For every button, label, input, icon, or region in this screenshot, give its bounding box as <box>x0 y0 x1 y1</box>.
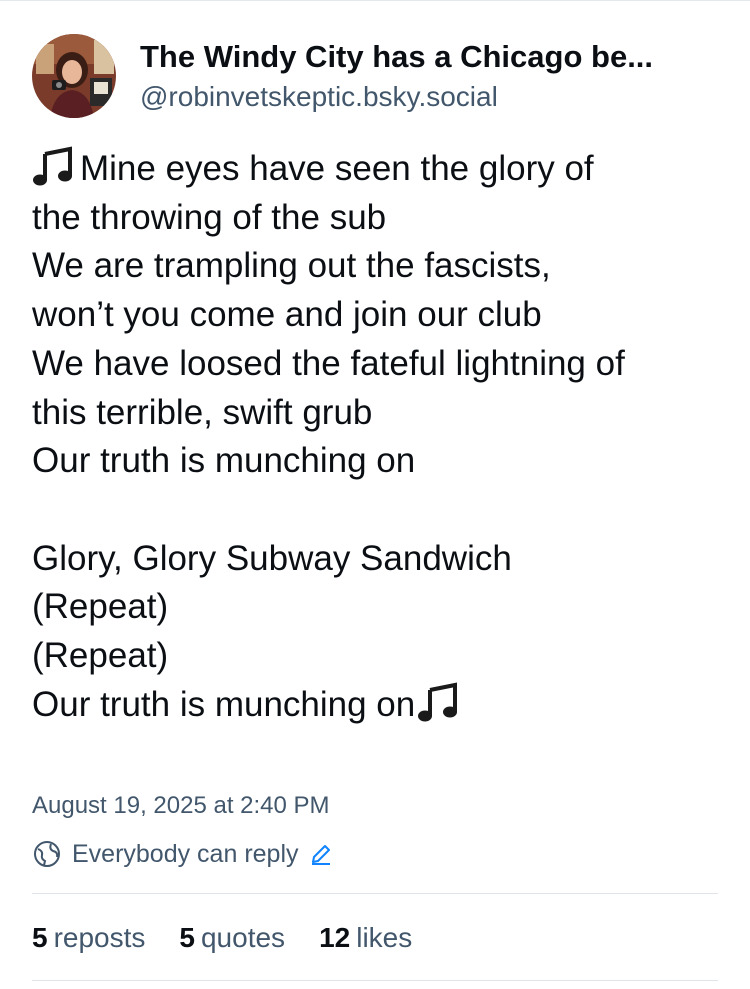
author-handle[interactable]: @robinvetskeptic.bsky.social <box>140 79 653 115</box>
post-line: We are trampling out the fascists, <box>32 246 551 286</box>
likes-stat[interactable]: 12 likes <box>319 918 412 958</box>
quotes-stat[interactable]: 5 quotes <box>179 918 285 958</box>
likes-label: likes <box>356 922 413 953</box>
quotes-count: 5 <box>179 922 195 953</box>
divider <box>32 980 718 981</box>
post-line: the throwing of the sub <box>32 197 387 237</box>
post-line: Mine eyes have seen the glory of <box>32 145 722 194</box>
post-line: won’t you come and join our club <box>32 295 542 335</box>
pencil-icon[interactable] <box>309 842 333 866</box>
post-line: (Repeat) <box>32 587 169 627</box>
post-line: Glory, Glory Subway Sandwich <box>32 538 512 578</box>
post-header: The Windy City has a Chicago be... @robi… <box>32 34 653 118</box>
avatar-photo-icon <box>32 34 116 118</box>
musical-notes-icon <box>418 682 458 722</box>
reposts-count: 5 <box>32 922 48 953</box>
post-line: (Repeat) <box>32 636 169 676</box>
reply-settings-label: Everybody can reply <box>72 840 299 868</box>
globe-icon <box>34 841 60 867</box>
likes-count: 12 <box>319 922 351 953</box>
post-timestamp[interactable]: August 19, 2025 at 2:40 PM <box>32 790 330 822</box>
author-display-name[interactable]: The Windy City has a Chicago be... <box>140 37 653 77</box>
reposts-stat[interactable]: 5 reposts <box>32 918 145 958</box>
reposts-label: reposts <box>53 922 146 953</box>
divider <box>32 893 718 894</box>
post-text: Mine eyes have seen the glory of the thr… <box>32 145 722 729</box>
top-border <box>0 0 750 1</box>
musical-notes-icon <box>33 146 72 186</box>
avatar[interactable] <box>32 34 116 118</box>
post-line: Our truth is munching on <box>32 681 722 730</box>
quotes-label: quotes <box>200 922 286 953</box>
post-line: Our truth is munching on <box>32 441 416 481</box>
author-info: The Windy City has a Chicago be... @robi… <box>140 37 653 115</box>
post-line: We have loosed the fateful lightning of <box>32 343 625 383</box>
reply-settings[interactable]: Everybody can reply <box>32 837 333 871</box>
engagement-stats: 5 reposts 5 quotes 12 likes <box>32 918 446 958</box>
post-line: this terrible, swift grub <box>32 392 373 432</box>
